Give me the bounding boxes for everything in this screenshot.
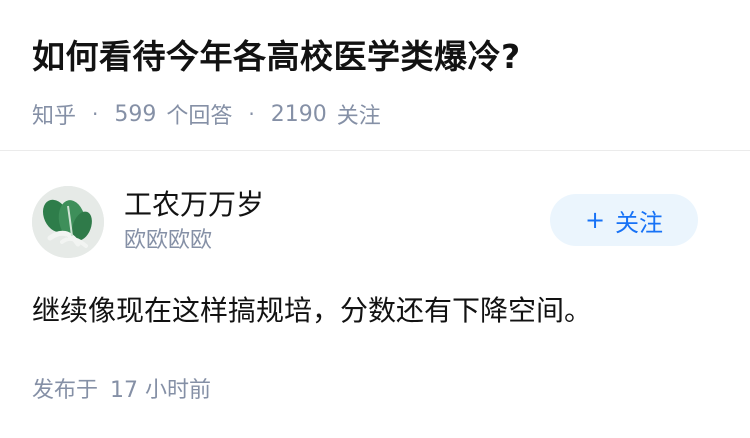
cabbage-icon — [32, 186, 104, 258]
meta-separator: · — [248, 102, 255, 126]
author-bio: 欧欧欧欧 — [124, 228, 213, 253]
published-time: 17 小时前 — [110, 378, 212, 403]
answer-content[interactable]: 继续像现在这样搞规培，分数还有下降空间。 — [32, 290, 722, 332]
follower-count-label: 关注 — [336, 104, 381, 129]
question-header: 如何看待今年各高校医学类爆冷? 知乎 · 599 个回答 · 2190 关注 — [32, 30, 722, 130]
follow-button[interactable]: + 关注 — [550, 194, 698, 246]
plus-icon: + — [584, 206, 606, 234]
answer-author: 工农万万岁 欧欧欧欧 + 关注 — [32, 186, 718, 258]
follower-count: 2190 — [270, 101, 327, 127]
section-divider — [0, 150, 750, 151]
published-label: 发布于 — [32, 378, 99, 403]
question-meta: 知乎 · 599 个回答 · 2190 关注 — [32, 98, 722, 130]
answer-count-label: 个回答 — [166, 104, 233, 129]
publish-time: 发布于 17 小时前 — [32, 372, 211, 404]
answer-count: 599 — [114, 101, 157, 127]
author-name[interactable]: 工农万万岁 — [124, 186, 264, 224]
author-info: 工农万万岁 欧欧欧欧 — [124, 186, 264, 256]
meta-separator: · — [92, 102, 99, 126]
question-title[interactable]: 如何看待今年各高校医学类爆冷? — [32, 30, 722, 84]
source-label[interactable]: 知乎 — [32, 98, 76, 130]
avatar[interactable] — [32, 186, 104, 258]
follow-button-label: 关注 — [615, 208, 664, 237]
